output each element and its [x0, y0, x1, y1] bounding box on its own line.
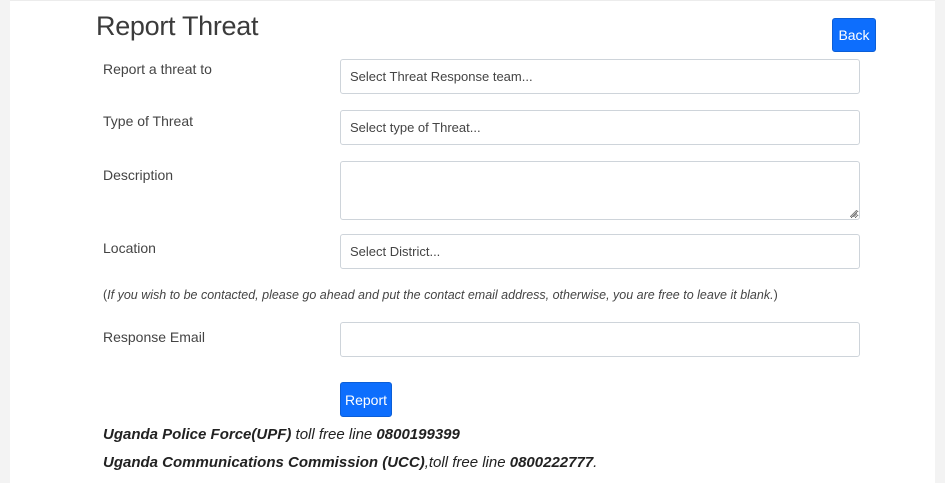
hotline-number: 0800199399 — [376, 426, 460, 443]
note-text: If you wish to be contacted, please go a… — [107, 288, 774, 302]
report-button[interactable]: Report — [340, 382, 392, 417]
description-textarea[interactable] — [340, 161, 860, 220]
contact-note: (If you wish to be contacted, please go … — [103, 288, 778, 302]
threat-type-select[interactable]: Select type of Threat... — [340, 110, 860, 145]
response-team-select[interactable]: Select Threat Response team... — [340, 59, 860, 94]
response-email-label: Response Email — [103, 329, 205, 345]
hotline-ucc: Uganda Communications Commission (UCC),t… — [103, 454, 597, 471]
hotline-upf: Uganda Police Force(UPF) toll free line … — [103, 426, 460, 443]
location-label: Location — [103, 240, 156, 256]
report-to-label: Report a threat to — [103, 61, 212, 77]
hotline-org: Uganda Communications Commission (UCC) — [103, 454, 425, 471]
note-close-paren: ) — [773, 288, 778, 302]
hotline-org: Uganda Police Force(UPF) — [103, 426, 292, 443]
description-wrapper — [340, 161, 860, 220]
threat-type-label: Type of Threat — [103, 113, 194, 129]
report-threat-page: Report Threat Back Report a threat to Se… — [10, 0, 935, 483]
district-select[interactable]: Select District... — [340, 234, 860, 269]
description-label: Description — [103, 167, 174, 183]
response-email-input[interactable] — [340, 322, 860, 357]
hotline-text: toll free line — [291, 426, 377, 443]
resize-grip-icon[interactable] — [850, 210, 857, 217]
hotline-suffix: . — [593, 454, 598, 471]
page-title: Report Threat — [96, 11, 259, 41]
back-button[interactable]: Back — [832, 18, 876, 52]
hotline-number: 0800222777 — [509, 454, 594, 471]
hotline-text: ,toll free line — [424, 454, 510, 471]
